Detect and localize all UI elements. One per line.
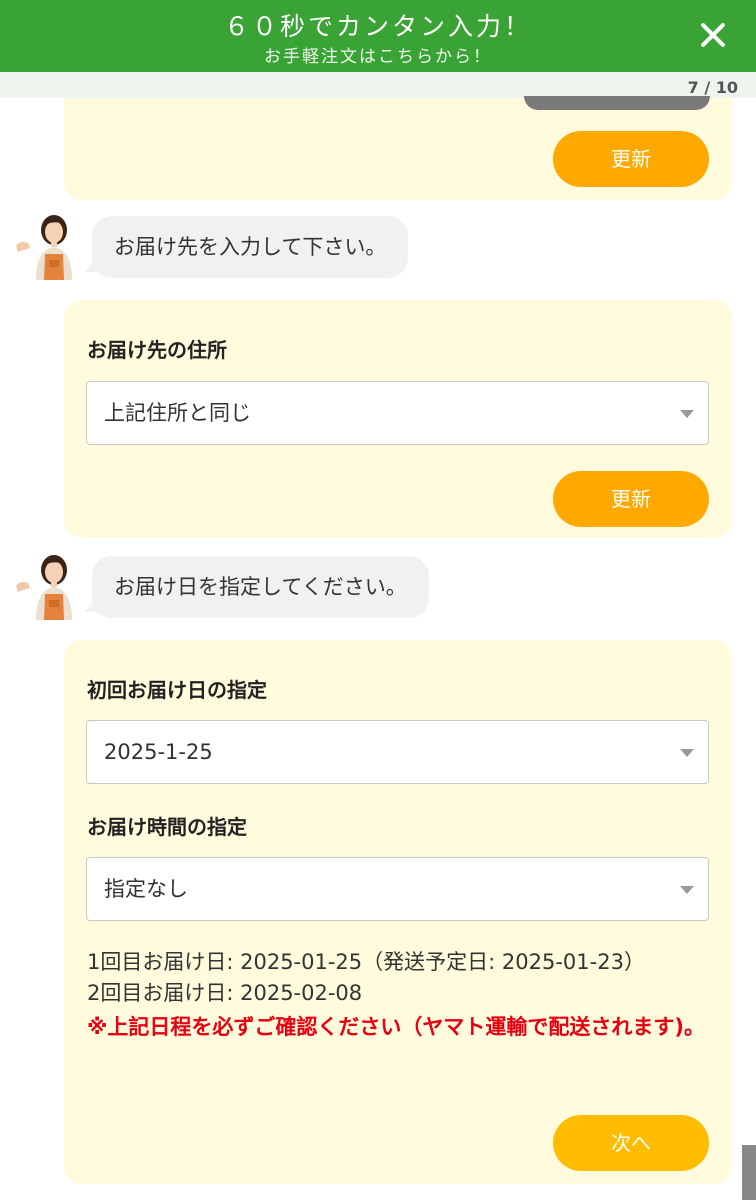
first-delivery-select[interactable]: 2025-1-25: [86, 720, 709, 784]
chevron-down-icon: [680, 749, 694, 757]
scrollbar-thumb[interactable]: [742, 1145, 756, 1200]
next-button[interactable]: 次へ: [553, 1115, 709, 1171]
app-header: ６０秒でカンタン入力！ お手軽注文はこちらから！: [0, 0, 756, 72]
first-delivery-label: 初回お届け日の指定: [87, 678, 267, 702]
update-button[interactable]: 更新: [553, 131, 709, 187]
delivery-info-line-2: 2回目お届け日: 2025-02-08: [87, 981, 363, 1005]
delivery-info-line-1: 1回目お届け日: 2025-01-25（発送予定日: 2025-01-23）: [87, 950, 645, 974]
delivery-time-select-value: 指定なし: [104, 877, 188, 901]
staff-avatar-icon: [16, 215, 72, 280]
address-select[interactable]: 上記住所と同じ: [86, 381, 709, 445]
header-title: ６０秒でカンタン入力！: [223, 12, 532, 41]
chat-message: お届け日を指定してください。: [92, 556, 429, 618]
chevron-down-icon: [680, 886, 694, 894]
warning-text: ※上記日程を必ずご確認ください（ヤマト運輸で配送されます)。: [87, 1015, 706, 1039]
address-select-value: 上記住所と同じ: [104, 401, 251, 425]
chat-message: お届け先を入力して下さい。: [92, 216, 409, 278]
first-delivery-select-value: 2025-1-25: [104, 740, 213, 764]
previous-select-edge: [524, 96, 710, 110]
update-address-button[interactable]: 更新: [553, 471, 709, 527]
chevron-down-icon: [680, 410, 694, 418]
close-icon[interactable]: [696, 18, 730, 52]
header-subtitle: お手軽注文はこちらから！: [264, 47, 492, 67]
progress-indicator: 7 / 10: [687, 78, 738, 97]
staff-avatar-icon: [16, 555, 72, 620]
delivery-time-select[interactable]: 指定なし: [86, 857, 709, 921]
progress-bar: [0, 72, 756, 98]
address-label: お届け先の住所: [87, 338, 227, 362]
delivery-time-label: お届け時間の指定: [87, 815, 247, 839]
